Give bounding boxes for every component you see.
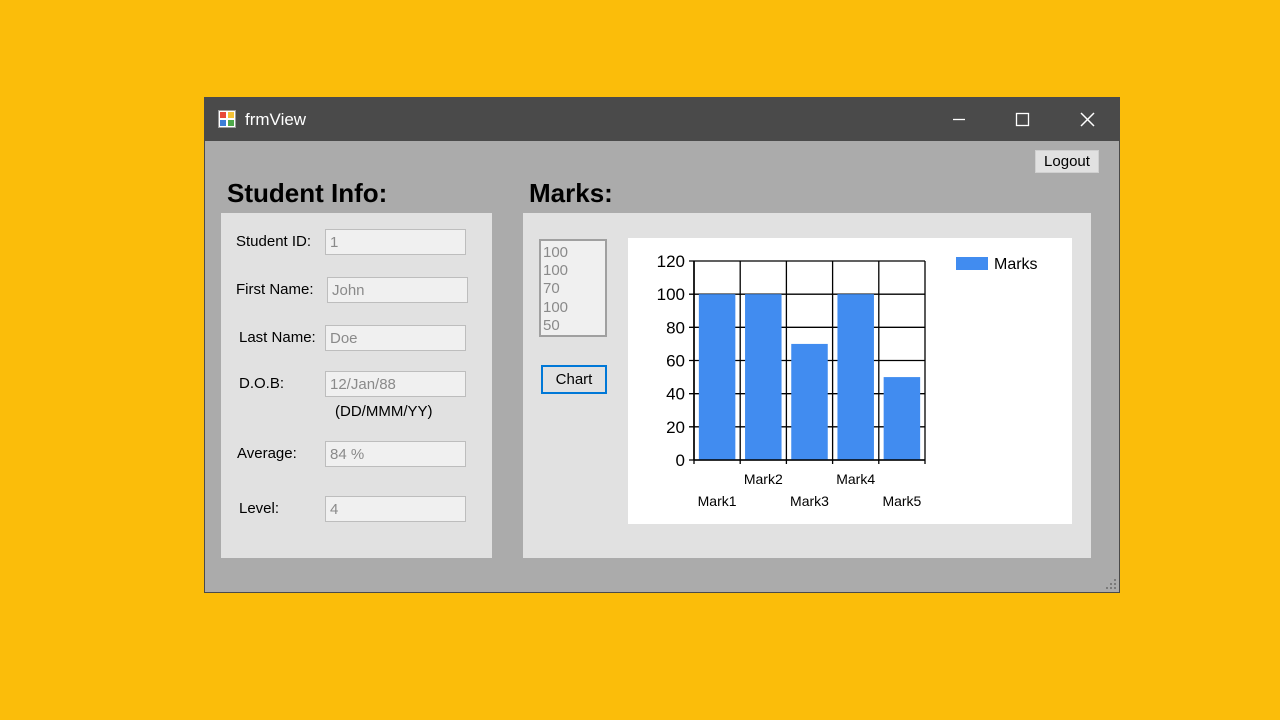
list-item[interactable]: 100 bbox=[543, 244, 605, 262]
list-item[interactable]: 50 bbox=[543, 317, 605, 335]
dob-label: D.O.B: bbox=[239, 375, 285, 392]
x-tick-label: Mark3 bbox=[790, 493, 829, 509]
level-label: Level: bbox=[239, 500, 280, 517]
marks-chart-svg: 0 20 40 60 80 100 120 Mark1 Mark2 Mark3 Mark4 Mark5… bbox=[657, 252, 1038, 509]
window-title: frmView bbox=[245, 110, 307, 129]
student-id-label: Student ID: bbox=[236, 233, 312, 250]
student-info-panel: Student ID: 1 First Name: John Last Name… bbox=[221, 213, 492, 558]
x-tick-label: Mark1 bbox=[698, 493, 737, 509]
y-tick-label: 120 bbox=[657, 252, 685, 271]
title-bar[interactable]: frmView bbox=[205, 98, 1119, 141]
first-name-label: First Name: bbox=[236, 281, 314, 298]
last-name-field[interactable]: Doe bbox=[325, 325, 466, 351]
student-info-title: Student Info: bbox=[227, 178, 388, 208]
list-item[interactable]: 70 bbox=[543, 280, 605, 298]
level-field[interactable]: 4 bbox=[325, 496, 466, 522]
close-icon bbox=[1080, 112, 1095, 127]
close-button[interactable] bbox=[1055, 98, 1119, 141]
marks-title: Marks: bbox=[529, 178, 613, 208]
logout-button[interactable]: Logout bbox=[1035, 150, 1099, 173]
last-name-label: Last Name: bbox=[239, 329, 316, 346]
maximize-button[interactable] bbox=[991, 98, 1055, 141]
student-id-field[interactable]: 1 bbox=[325, 229, 466, 255]
bar bbox=[791, 343, 828, 460]
app-icon bbox=[218, 110, 236, 128]
marks-listbox[interactable]: 100 100 70 100 50 bbox=[539, 239, 607, 337]
y-tick-label: 40 bbox=[666, 385, 685, 404]
bar bbox=[883, 377, 921, 460]
resize-grip-icon[interactable] bbox=[1105, 578, 1117, 590]
y-tick-label: 100 bbox=[657, 285, 685, 304]
y-tick-label: 60 bbox=[666, 352, 685, 371]
list-item[interactable]: 100 bbox=[543, 299, 605, 317]
marks-chart: 0 20 40 60 80 100 120 Mark1 Mark2 Mark3 Mark4 Mark5… bbox=[628, 238, 1072, 524]
x-tick-label: Mark2 bbox=[744, 471, 783, 487]
chart-button[interactable]: Chart bbox=[541, 365, 607, 394]
average-field[interactable]: 84 % bbox=[325, 441, 466, 467]
dob-format-hint: (DD/MMM/YY) bbox=[335, 403, 433, 420]
x-tick-label: Mark4 bbox=[836, 471, 875, 487]
bar bbox=[698, 294, 736, 460]
first-name-field[interactable]: John bbox=[327, 277, 468, 303]
app-window: frmView Logout Student Info: Marks: Stud… bbox=[204, 97, 1120, 593]
maximize-icon bbox=[1015, 112, 1030, 127]
y-tick-label: 0 bbox=[676, 451, 685, 470]
legend-label: Marks bbox=[994, 256, 1038, 273]
y-tick-label: 80 bbox=[666, 318, 685, 337]
dob-field[interactable]: 12/Jan/88 bbox=[325, 371, 466, 397]
x-tick-label: Mark5 bbox=[882, 493, 921, 509]
bar bbox=[837, 294, 874, 460]
y-tick-label: 20 bbox=[666, 418, 685, 437]
list-item[interactable]: 100 bbox=[543, 262, 605, 280]
bar bbox=[745, 294, 782, 460]
minimize-icon bbox=[953, 118, 965, 121]
legend-swatch bbox=[956, 257, 988, 270]
minimize-button[interactable] bbox=[927, 98, 991, 141]
average-label: Average: bbox=[237, 445, 297, 462]
marks-panel: 100 100 70 100 50 Chart 0 20 40 60 80 100 120 M… bbox=[523, 213, 1091, 558]
